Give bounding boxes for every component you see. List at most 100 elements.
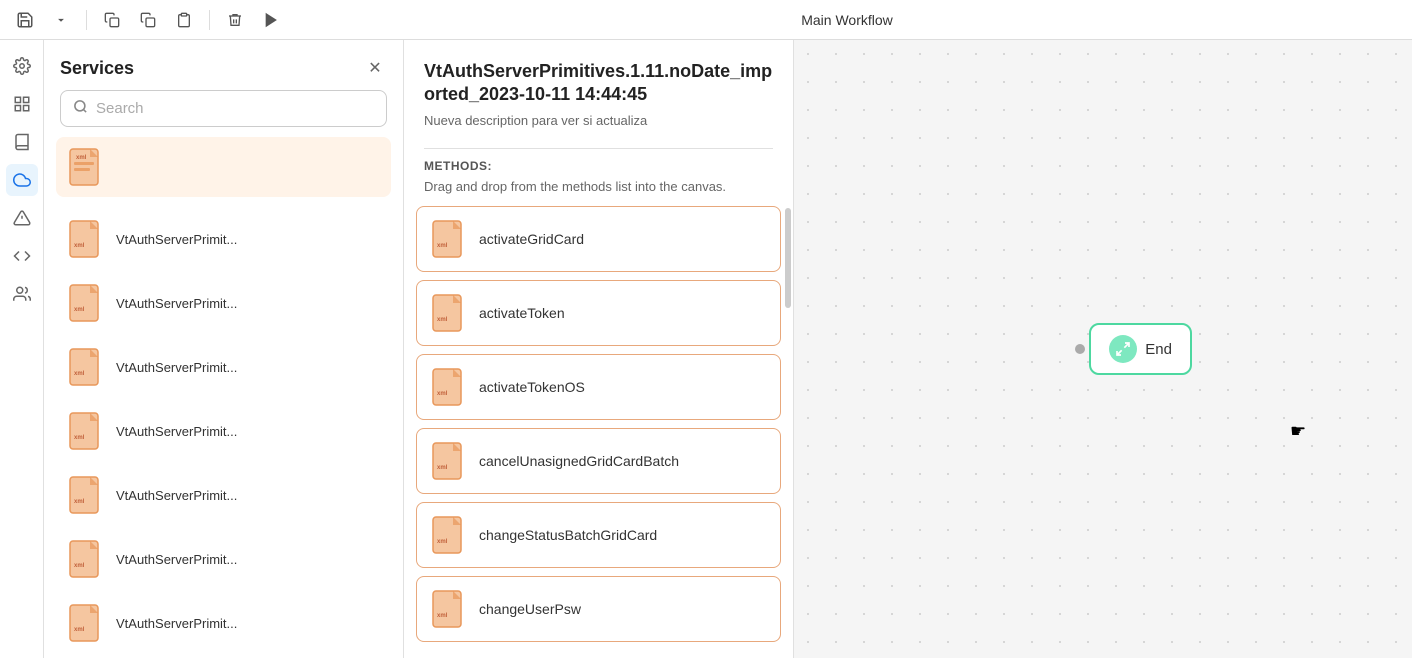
sidebar-item-settings[interactable] [6, 50, 38, 82]
delete-button[interactable] [220, 5, 250, 35]
end-node-label: End [1145, 341, 1172, 358]
services-panel: Services ✕ [44, 40, 404, 658]
service-item-name: VtAuthServerPrimit... [116, 488, 237, 503]
xml-file-icon: xml [68, 411, 104, 451]
scrollbar-track[interactable] [785, 206, 791, 658]
copy-button-1[interactable] [97, 5, 127, 35]
svg-text:xml: xml [74, 499, 85, 505]
toolbar: Main Workflow [0, 0, 1412, 40]
svg-text:xml: xml [74, 307, 85, 313]
services-title: Services [60, 58, 134, 79]
list-item[interactable]: xml VtAuthServerPrimit... [56, 593, 391, 653]
sidebar-item-team[interactable] [6, 278, 38, 310]
copy-button-2[interactable] [133, 5, 163, 35]
method-name: cancelUnasignedGridCardBatch [479, 453, 679, 469]
main-area: Services ✕ [0, 40, 1412, 658]
svg-text:xml: xml [74, 371, 85, 377]
sidebar-item-cloud[interactable] [6, 164, 38, 196]
sidebar-item-library[interactable] [6, 126, 38, 158]
list-item[interactable]: xml item [56, 137, 391, 197]
workflow-title: Main Workflow [292, 12, 1402, 28]
services-header: Services ✕ [44, 40, 403, 90]
service-item-name: VtAuthServerPrimit... [116, 616, 237, 631]
list-item[interactable]: xml VtAuthServerPrimit... [56, 209, 391, 269]
dropdown-button[interactable] [46, 5, 76, 35]
method-name: changeUserPsw [479, 601, 581, 617]
detail-description: Nueva description para ver si actualiza [424, 113, 773, 128]
method-item[interactable]: xml changeStatusBatchGridCard [416, 502, 781, 568]
methods-label: METHODS: [404, 159, 793, 179]
list-item[interactable]: xml VtAuthServerPrimit... [56, 529, 391, 589]
separator-1 [86, 10, 87, 30]
method-name: changeStatusBatchGridCard [479, 527, 657, 543]
search-input[interactable] [96, 100, 374, 117]
method-item[interactable]: xml cancelUnasignedGridCardBatch [416, 428, 781, 494]
search-box [60, 90, 387, 127]
detail-divider [424, 148, 773, 149]
svg-text:xml: xml [74, 435, 85, 441]
canvas-area[interactable]: End ☛ [794, 40, 1412, 658]
separator-2 [209, 10, 210, 30]
svg-text:xml: xml [74, 243, 85, 249]
method-name: activateToken [479, 305, 565, 321]
method-item[interactable]: xml activateTokenOS [416, 354, 781, 420]
detail-panel: VtAuthServerPrimitives.1.11.noDate_impor… [404, 40, 794, 658]
method-item[interactable]: xml changeUserPsw [416, 576, 781, 642]
svg-text:xml: xml [437, 613, 448, 619]
xml-file-icon: xml [431, 515, 467, 555]
service-item-name: VtAuthServerPrimit... [116, 296, 237, 311]
services-list: xml VtAuthServerPrimit... xml VtAuthServ… [44, 205, 403, 658]
list-item[interactable]: xml VtAuthServerPrimit... [56, 337, 391, 397]
end-node-box[interactable]: End [1089, 323, 1192, 375]
methods-list: xml activateGridCard xml activateToken [404, 206, 793, 658]
service-item-name: VtAuthServerPrimit... [116, 232, 237, 247]
method-item[interactable]: xml activateGridCard [416, 206, 781, 272]
detail-header: VtAuthServerPrimitives.1.11.noDate_impor… [404, 40, 793, 138]
xml-file-icon: xml [68, 219, 104, 259]
search-container [44, 90, 403, 137]
xml-file-icon: xml [68, 603, 104, 643]
xml-file-icon: xml [68, 347, 104, 387]
xml-file-icon: xml [68, 147, 104, 187]
icon-sidebar [0, 40, 44, 658]
methods-hint: Drag and drop from the methods list into… [404, 179, 793, 206]
svg-text:xml: xml [74, 627, 85, 633]
connector-dot [1075, 344, 1085, 354]
list-item[interactable]: xml VtAuthServerPrimit... [56, 273, 391, 333]
svg-text:xml: xml [437, 465, 448, 471]
service-item-name: VtAuthServerPrimit... [116, 424, 237, 439]
close-button[interactable]: ✕ [363, 56, 387, 80]
save-button[interactable] [10, 5, 40, 35]
xml-file-icon: xml [431, 219, 467, 259]
svg-text:xml: xml [74, 563, 85, 569]
run-button[interactable] [256, 5, 286, 35]
xml-file-icon: xml [68, 475, 104, 515]
sidebar-item-layers[interactable] [6, 88, 38, 120]
xml-file-icon: xml [431, 293, 467, 333]
xml-file-icon: xml [431, 367, 467, 407]
method-name: activateTokenOS [479, 379, 585, 395]
svg-text:xml: xml [437, 539, 448, 545]
xml-file-icon: xml [68, 539, 104, 579]
xml-file-icon: xml [431, 441, 467, 481]
service-item-name: VtAuthServerPrimit... [116, 552, 237, 567]
service-item-name: VtAuthServerPrimit... [116, 360, 237, 375]
end-arrow-icon [1109, 335, 1137, 363]
detail-title: VtAuthServerPrimitives.1.11.noDate_impor… [424, 60, 773, 107]
search-icon [73, 99, 88, 118]
scrollbar-thumb[interactable] [785, 208, 791, 308]
list-item[interactable]: xml VtAuthServerPrimit... [56, 401, 391, 461]
paste-button[interactable] [169, 5, 199, 35]
xml-file-icon: xml [68, 283, 104, 323]
svg-text:xml: xml [437, 317, 448, 323]
svg-text:xml: xml [76, 155, 87, 161]
method-name: activateGridCard [479, 231, 584, 247]
method-item[interactable]: xml activateToken [416, 280, 781, 346]
sidebar-item-alert[interactable] [6, 202, 38, 234]
xml-file-icon: xml [431, 589, 467, 629]
end-node[interactable]: End [1075, 323, 1192, 375]
sidebar-item-code[interactable] [6, 240, 38, 272]
list-item[interactable]: xml VtAuthServerPrimit... [56, 465, 391, 525]
svg-text:xml: xml [437, 391, 448, 397]
svg-text:xml: xml [437, 243, 448, 249]
